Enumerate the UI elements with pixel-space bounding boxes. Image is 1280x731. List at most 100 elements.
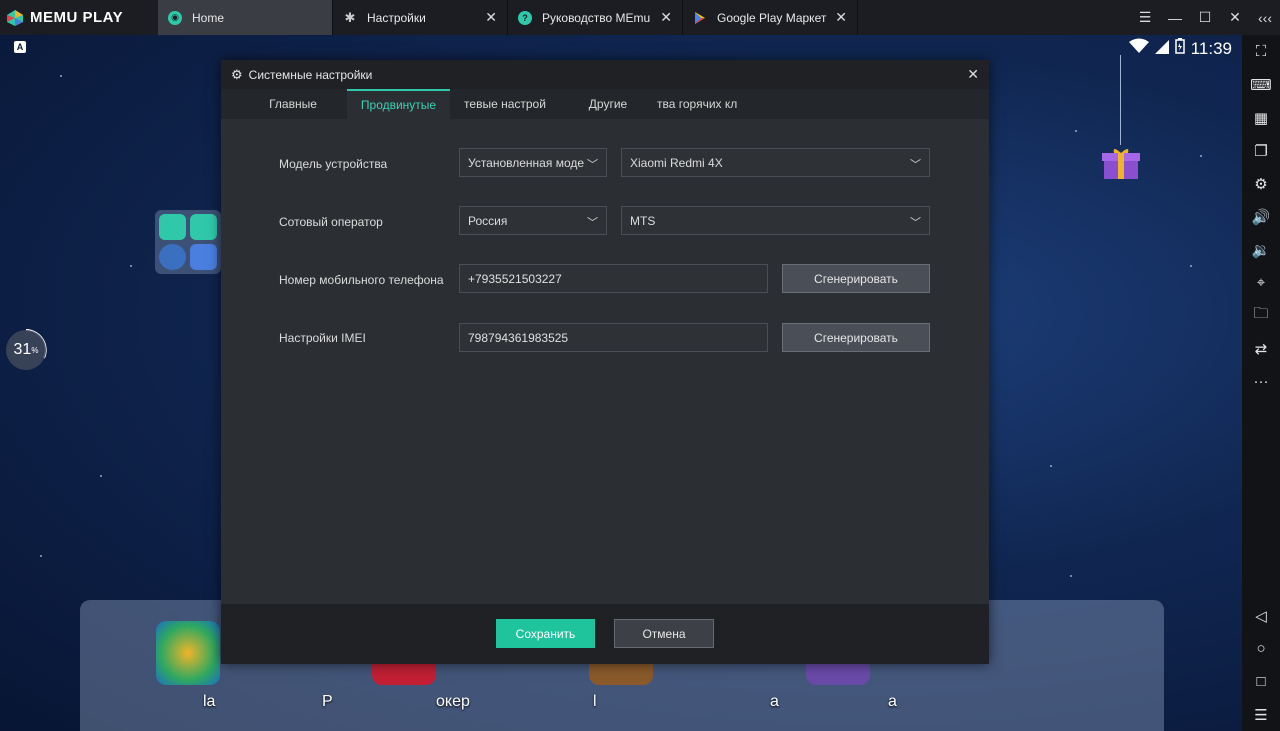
gear-icon: ✱ [344, 9, 356, 25]
button-label: Сохранить [515, 626, 576, 641]
home-icon[interactable]: ○ [1242, 632, 1280, 665]
collapse-sidebar-icon[interactable]: ‹‹‹ [1250, 0, 1280, 35]
close-icon[interactable]: ✕ [1220, 0, 1250, 35]
volume-up-icon[interactable]: 🔊 [1242, 200, 1280, 233]
tab-general[interactable]: Главные [249, 89, 337, 119]
operator-select[interactable]: MTS ﹀ [621, 206, 930, 235]
percent-value: 31 [13, 341, 32, 358]
tab-advanced[interactable]: Продвинутые [347, 89, 450, 119]
app-folder[interactable] [155, 210, 221, 274]
tab-label: Другие [588, 97, 628, 111]
percent-unit: % [31, 345, 39, 355]
tab-home[interactable]: ◉ Home [158, 0, 333, 35]
back-icon[interactable]: ◁ [1242, 599, 1280, 632]
tab-label: Продвинутые [360, 98, 437, 112]
wifi-icon [1128, 38, 1149, 59]
sync-icon[interactable]: ⇄ [1242, 332, 1280, 365]
model-type-select[interactable]: Установленная моде ﹀ [459, 148, 607, 177]
imei-label: Настройки IMEI [279, 331, 366, 345]
tab-label: Google Play Маркет [717, 10, 827, 25]
tab-play-store[interactable]: Google Play Маркет ✕ [683, 0, 858, 35]
input-value: +7935521503227 [468, 271, 562, 286]
model-select[interactable]: Xiaomi Redmi 4X ﹀ [621, 148, 930, 177]
select-value: Xiaomi Redmi 4X [630, 155, 723, 170]
recents-icon[interactable]: □ [1242, 665, 1280, 698]
tab-settings[interactable]: ✱ Настройки ✕ [333, 0, 508, 35]
status-time: 11:39 [1190, 38, 1232, 58]
volume-down-icon[interactable]: 🔉 [1242, 233, 1280, 266]
tab-label: Настройки [367, 10, 426, 25]
close-icon[interactable]: ✕ [660, 9, 672, 26]
signal-icon [1154, 39, 1169, 59]
android-desktop: A 11:39 31% la P окер l a a ⚙ Системные … [0, 35, 1242, 731]
tab-label: тва горячих кл [657, 97, 738, 111]
chevron-down-icon: ﹀ [910, 159, 921, 171]
window-controls: ☰ — ☐ ✕ ‹‹‹ [1130, 0, 1280, 35]
location-icon[interactable]: ⌖ [1242, 266, 1280, 299]
battery-icon [1174, 38, 1185, 59]
chevron-down-icon: ﹀ [587, 217, 598, 229]
cancel-button[interactable]: Отмена [614, 619, 714, 648]
input-value: 798794361983525 [468, 330, 569, 345]
fullscreen-icon[interactable]: ⛶ [1242, 35, 1280, 68]
save-button[interactable]: Сохранить [496, 619, 595, 648]
generate-phone-button[interactable]: Сгенерировать [782, 264, 930, 293]
gift-string [1120, 55, 1121, 145]
select-value: Установленная моде [468, 155, 585, 170]
imei-input[interactable]: 798794361983525 [459, 323, 768, 352]
tab-hotkeys[interactable]: тва горячих кл [657, 89, 769, 119]
dialog-title: Системные настройки [248, 67, 373, 82]
status-bar: 11:39 [1128, 38, 1232, 59]
minimize-icon[interactable]: — [1160, 0, 1190, 35]
multi-window-icon[interactable]: ❐ [1242, 134, 1280, 167]
dock-label: a [770, 693, 779, 710]
phone-input[interactable]: +7935521503227 [459, 264, 768, 293]
dialog-tabs: Главные Продвинутые тевые настрой Другие… [221, 89, 989, 119]
tab-network[interactable]: тевые настрой [451, 89, 559, 119]
file-manager-icon [190, 244, 217, 270]
emulator-sidebar: ⛶ ⌨ ▦ ❐ ⚙ 🔊 🔉 ⌖ 🗀 ⇄ ··· ◁ ○ □ ☰ [1242, 35, 1280, 731]
dock-label: l [593, 693, 597, 710]
help-icon: ? [518, 10, 532, 25]
country-select[interactable]: Россия ﹀ [459, 206, 607, 235]
button-label: Сгенерировать [814, 330, 898, 345]
device-model-label: Модель устройства [279, 157, 388, 171]
phone-label: Номер мобильного телефона [279, 273, 444, 287]
close-icon[interactable]: ✕ [967, 66, 979, 83]
memu-logo-icon [7, 9, 23, 26]
dock-label: a [888, 693, 897, 710]
play-store-icon [695, 11, 705, 24]
gift-icon[interactable] [1102, 145, 1140, 181]
gear-icon: ⚙ [231, 66, 243, 82]
dialog-header: ⚙ Системные настройки ✕ [221, 60, 989, 89]
select-value: MTS [630, 213, 656, 228]
maximize-icon[interactable]: ☐ [1190, 0, 1220, 35]
tab-other[interactable]: Другие [571, 89, 645, 119]
memory-percent-badge[interactable]: 31% [6, 330, 46, 370]
dialog-body: Модель устройства Установленная моде ﹀ X… [221, 119, 989, 604]
more-icon[interactable]: ··· [1242, 365, 1280, 398]
dock-label: P [322, 693, 333, 710]
memu-g-icon [159, 214, 186, 240]
tab-label: тевые настрой [464, 97, 546, 111]
tab-label: Руководство MEmu [542, 10, 651, 25]
system-settings-dialog: ⚙ Системные настройки ✕ Главные Продвину… [221, 60, 989, 664]
settings-icon[interactable]: ⚙ [1242, 167, 1280, 200]
globe-icon [159, 244, 186, 270]
folder-icon[interactable]: 🗀 [1242, 299, 1280, 332]
close-icon[interactable]: ✕ [485, 9, 497, 26]
menu-icon[interactable]: ☰ [1130, 0, 1160, 35]
keyboard-icon[interactable]: ⌨ [1242, 68, 1280, 101]
generate-imei-button[interactable]: Сгенерировать [782, 323, 930, 352]
chevron-down-icon: ﹀ [910, 217, 921, 229]
chevron-down-icon: ﹀ [587, 159, 598, 171]
tab-guide[interactable]: ? Руководство MEmu ✕ [508, 0, 683, 35]
operator-label: Сотовый оператор [279, 215, 383, 229]
app-list-icon[interactable]: ☰ [1242, 698, 1280, 731]
button-label: Отмена [642, 626, 686, 641]
keymapping-icon[interactable]: ▦ [1242, 101, 1280, 134]
dock-label: окер [436, 693, 470, 710]
close-icon[interactable]: ✕ [835, 9, 847, 26]
help-icon [190, 214, 217, 240]
game-app-icon[interactable] [156, 621, 220, 685]
